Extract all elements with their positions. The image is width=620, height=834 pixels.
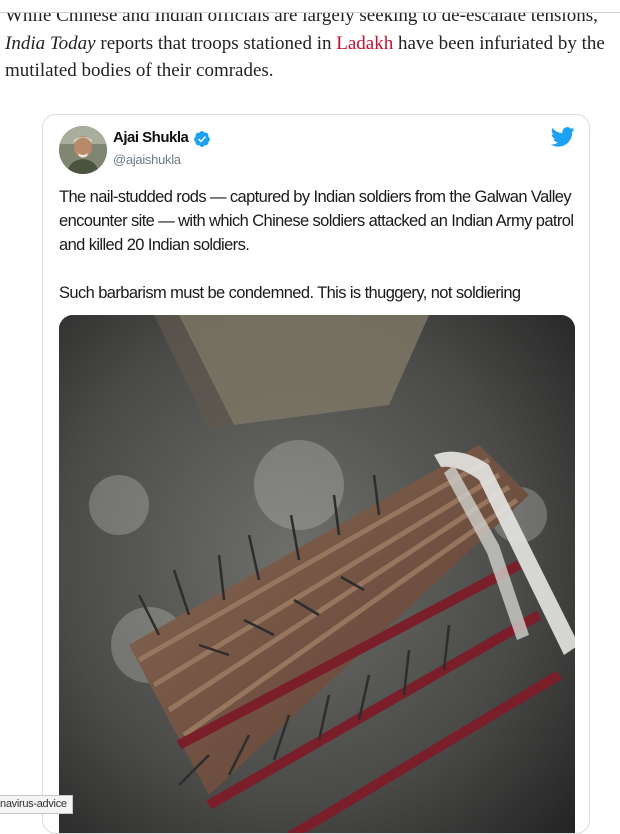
article-text-middle: reports that troops stationed in <box>95 32 337 54</box>
tweet-photo[interactable] <box>59 315 575 833</box>
page-top-border <box>0 0 620 13</box>
twitter-bird-icon[interactable] <box>550 127 575 147</box>
tweet-paragraph-2: Such barbarism must be condemned. This i… <box>59 284 521 302</box>
verified-badge-icon <box>193 130 211 148</box>
tweet-paragraph-1: The nail-studded rods — captured by Indi… <box>59 188 574 254</box>
ladakh-link[interactable]: Ladakh <box>336 33 393 54</box>
article-paragraph: While Chinese and Indian officials are l… <box>5 2 615 85</box>
tweet-author-name[interactable]: Ajai Shukla <box>113 129 189 146</box>
status-bar-url: navirus-advice <box>0 795 73 814</box>
embedded-tweet[interactable]: Ajai Shukla @ajaishukla The nail-studded… <box>42 114 590 834</box>
publication-name: India Today <box>5 32 96 54</box>
avatar[interactable] <box>59 126 107 174</box>
tweet-text: The nail-studded rods — captured by Indi… <box>59 185 583 305</box>
tweet-author-handle[interactable]: @ajaishukla <box>113 152 181 167</box>
